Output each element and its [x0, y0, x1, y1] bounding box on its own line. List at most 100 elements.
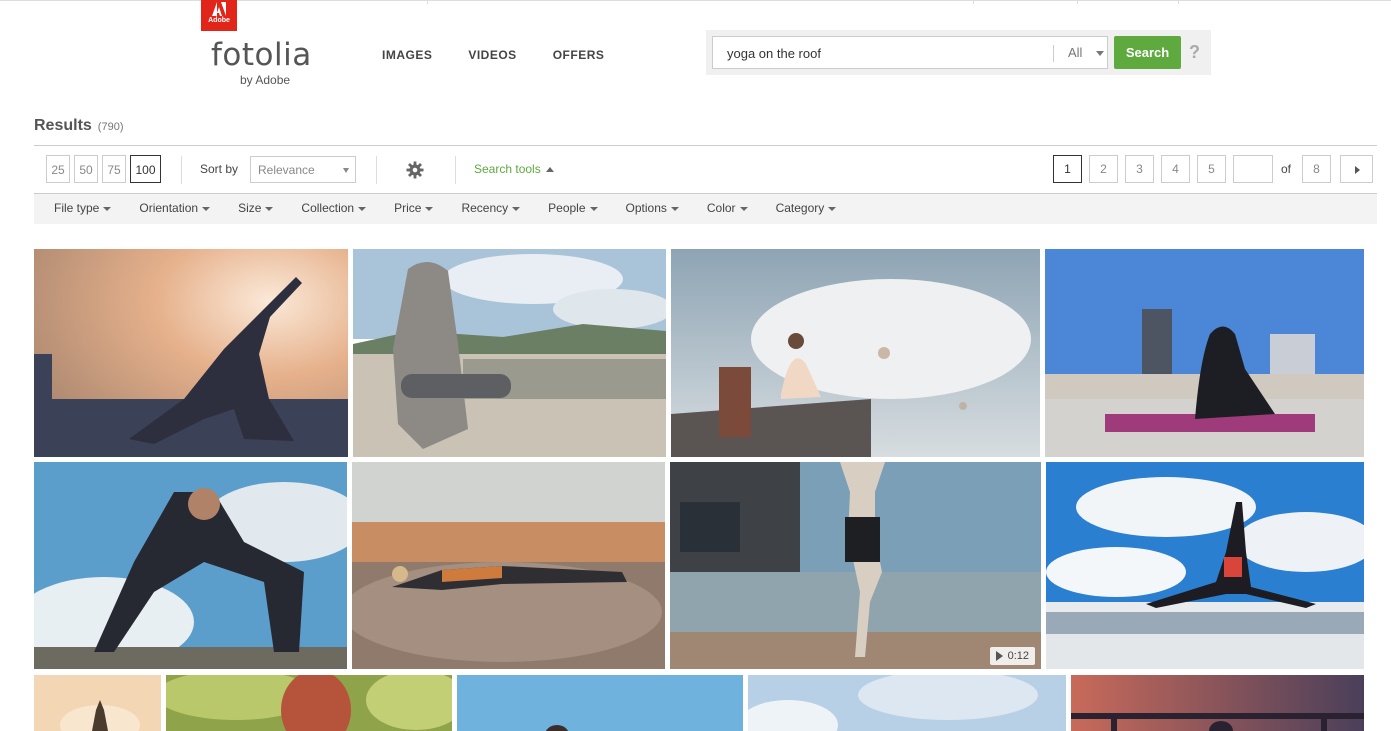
toolbar-divider: [376, 156, 377, 184]
top-rule-tick: [1178, 1, 1179, 4]
filter-label: Color: [706, 201, 736, 215]
result-thumbnail[interactable]: [1071, 675, 1364, 731]
per-page-25[interactable]: 25: [46, 155, 70, 183]
page-total[interactable]: 8: [1302, 155, 1332, 183]
filter-people[interactable]: People: [548, 194, 598, 224]
filter-color[interactable]: Color: [707, 194, 748, 224]
play-icon: [995, 651, 1003, 662]
filter-recency[interactable]: Recency: [461, 194, 521, 224]
sort-label: Sort by: [200, 162, 239, 176]
result-thumbnail[interactable]: [457, 675, 743, 731]
dropdown-caret-icon: [202, 206, 211, 211]
toolbar-divider: [455, 156, 456, 184]
filter-category[interactable]: Category: [776, 194, 837, 224]
thumbnail-image: [1046, 462, 1364, 669]
filter-label: Recency: [461, 201, 509, 215]
result-thumbnail[interactable]: [352, 462, 665, 669]
filter-label: Category: [775, 201, 825, 215]
filter-label: Orientation: [139, 201, 199, 215]
search-bar: yoga on the roof All Search ?: [706, 30, 1211, 75]
dropdown-caret-icon: [828, 206, 837, 211]
thumbnail-image: [670, 462, 1041, 669]
dropdown-caret-icon: [103, 206, 112, 211]
main-nav: IMAGES VIDEOS OFFERS: [382, 48, 604, 62]
result-thumbnail[interactable]: [34, 462, 347, 669]
dropdown-caret-icon: [358, 206, 367, 211]
filter-label: File type: [54, 201, 100, 215]
dropdown-caret-icon[interactable]: [1096, 51, 1104, 56]
thumbnail-image: [34, 675, 161, 731]
nav-offers[interactable]: OFFERS: [553, 48, 605, 62]
per-page-75[interactable]: 75: [102, 155, 126, 183]
next-page-icon[interactable]: [1340, 155, 1374, 183]
thumbnail-image: [353, 249, 666, 457]
results-heading: Results (790): [34, 117, 123, 135]
top-rule-tick: [973, 1, 974, 4]
dropdown-caret-icon: [512, 206, 521, 211]
filter-label: Collection: [301, 201, 355, 215]
thumbnail-image: [166, 675, 452, 731]
search-scope-select[interactable]: All: [1068, 45, 1082, 60]
result-thumbnail[interactable]: [34, 675, 161, 731]
page-4[interactable]: 4: [1161, 155, 1190, 183]
nav-images[interactable]: IMAGES: [382, 48, 432, 62]
filter-orientation[interactable]: Orientation: [139, 194, 211, 224]
dropdown-caret-icon: [343, 168, 349, 173]
logo-tagline: by Adobe: [240, 73, 291, 87]
thumbnail-image: [1045, 249, 1364, 457]
adobe-logo-icon: [212, 2, 226, 16]
caret-up-icon: [545, 167, 554, 173]
filter-collection[interactable]: Collection: [301, 194, 367, 224]
page-3[interactable]: 3: [1125, 155, 1154, 183]
search-divider: [1053, 45, 1054, 62]
thumbnail-image: [34, 249, 348, 457]
filter-file-type[interactable]: File type: [54, 194, 112, 224]
thumbnail-image: [352, 462, 665, 669]
adobe-badge[interactable]: Adobe: [201, 0, 237, 31]
per-page-100[interactable]: 100: [130, 155, 161, 183]
top-rule-tick: [1077, 1, 1078, 4]
page-2[interactable]: 2: [1089, 155, 1118, 183]
dropdown-caret-icon: [425, 206, 434, 211]
result-thumbnail[interactable]: [1045, 249, 1364, 457]
video-duration-badge: 0:12: [989, 647, 1035, 665]
per-page-options: 25 50 75 100: [46, 155, 161, 183]
nav-videos[interactable]: VIDEOS: [468, 48, 516, 62]
search-tools-toggle[interactable]: Search tools: [474, 162, 554, 176]
page-1[interactable]: 1: [1053, 155, 1082, 183]
filter-label: People: [548, 201, 586, 215]
page-number-input[interactable]: [1233, 155, 1273, 183]
thumbnail-image: [671, 249, 1040, 457]
video-duration: 0:12: [1007, 650, 1029, 662]
help-icon[interactable]: ?: [1189, 42, 1200, 63]
sort-select[interactable]: Relevance: [250, 156, 356, 183]
result-thumbnail[interactable]: [671, 249, 1040, 457]
filter-label: Size: [238, 201, 262, 215]
logo-wordmark: fotolia: [211, 37, 312, 73]
pagination: 1 2 3 4 5 of 8: [1053, 155, 1374, 183]
fotolia-logo[interactable]: fotolia by Adobe: [211, 37, 312, 88]
result-thumbnail[interactable]: [748, 675, 1066, 731]
results-label: Results: [34, 117, 92, 134]
search-button[interactable]: Search: [1114, 36, 1181, 69]
adobe-badge-label: Adobe: [208, 17, 230, 24]
results-toolbar: 25 50 75 100 Sort by Relevance Search to…: [34, 145, 1377, 194]
result-thumbnail[interactable]: [34, 249, 348, 457]
page-5[interactable]: 5: [1197, 155, 1226, 183]
dropdown-caret-icon: [589, 206, 598, 211]
pagination-of-label: of: [1281, 162, 1292, 176]
filter-size[interactable]: Size: [238, 194, 274, 224]
filter-price[interactable]: Price: [394, 194, 434, 224]
toolbar-divider: [181, 156, 182, 184]
dropdown-caret-icon: [739, 206, 748, 211]
thumbnail-image: [748, 675, 1066, 731]
result-thumbnail[interactable]: [166, 675, 452, 731]
filter-options[interactable]: Options: [626, 194, 679, 224]
search-input[interactable]: yoga on the roof All: [712, 36, 1108, 69]
result-thumbnail[interactable]: 0:12: [670, 462, 1041, 669]
per-page-50[interactable]: 50: [74, 155, 98, 183]
result-thumbnail[interactable]: [353, 249, 666, 457]
top-rule-tick: [427, 1, 428, 4]
gear-icon[interactable]: [406, 161, 424, 179]
result-thumbnail[interactable]: [1046, 462, 1364, 669]
